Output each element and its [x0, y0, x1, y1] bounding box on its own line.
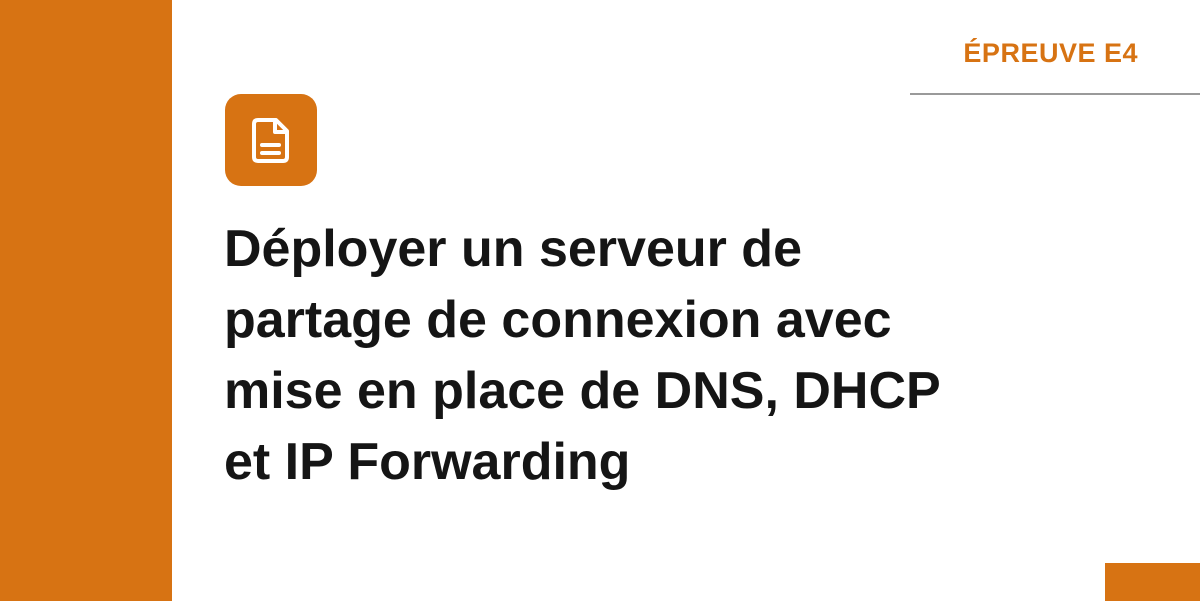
title-line-1: Déployer un serveur de [224, 220, 802, 278]
title-line-4: et IP Forwarding [224, 433, 631, 491]
exam-badge: ÉPREUVE E4 [963, 38, 1138, 68]
page-title: Déployer un serveur de partage de connex… [224, 214, 1124, 498]
badge-divider [910, 93, 1200, 95]
corner-accent-block [1105, 563, 1200, 601]
title-line-3: mise en place de DNS, DHCP [224, 362, 941, 420]
left-accent-bar [0, 0, 172, 601]
document-icon [225, 94, 317, 186]
title-line-2: partage de connexion avec [224, 291, 892, 349]
